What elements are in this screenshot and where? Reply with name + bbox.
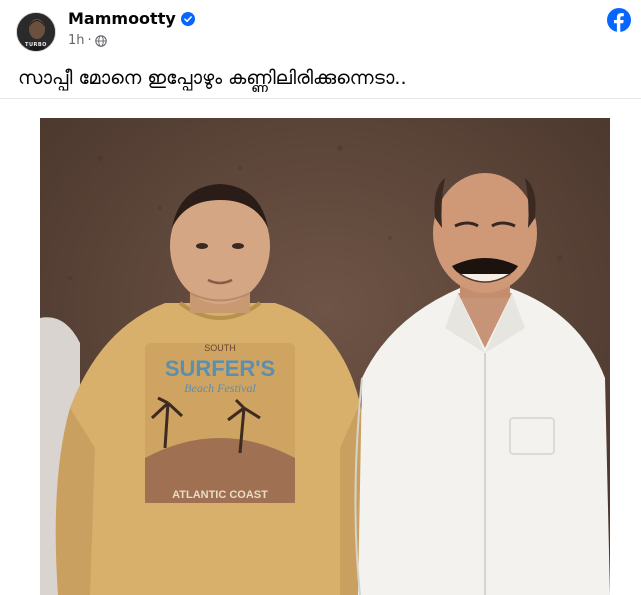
post-header: TURBO Mammootty 1h · (0, 0, 641, 60)
shirt-print-line-2: SURFER'S (165, 356, 275, 381)
shirt-print-line-3: Beach Festival (184, 381, 256, 395)
author-name[interactable]: Mammootty (68, 9, 176, 28)
meta-separator: · (87, 33, 92, 48)
verified-badge-icon (180, 11, 195, 26)
facebook-logo-icon[interactable] (607, 8, 631, 32)
post-timestamp[interactable]: 1h (68, 33, 85, 48)
shirt-print-line-4: ATLANTIC COAST (172, 489, 268, 501)
globe-icon[interactable] (94, 34, 107, 47)
divider (0, 98, 641, 99)
post-photo[interactable]: SOUTH SURFER'S Beach Festival ATLANTIC C… (40, 118, 610, 595)
author-avatar[interactable]: TURBO (16, 12, 56, 52)
photo-illustration: SOUTH SURFER'S Beach Festival ATLANTIC C… (40, 118, 610, 595)
avatar-badge-text: TURBO (25, 42, 47, 48)
post-message: സാപ്പീ മോനെ ഇപ്പോഴും കണ്ണിലിരിക്കുന്നെടാ… (18, 67, 407, 89)
shirt-print-line-1: SOUTH (204, 343, 236, 353)
